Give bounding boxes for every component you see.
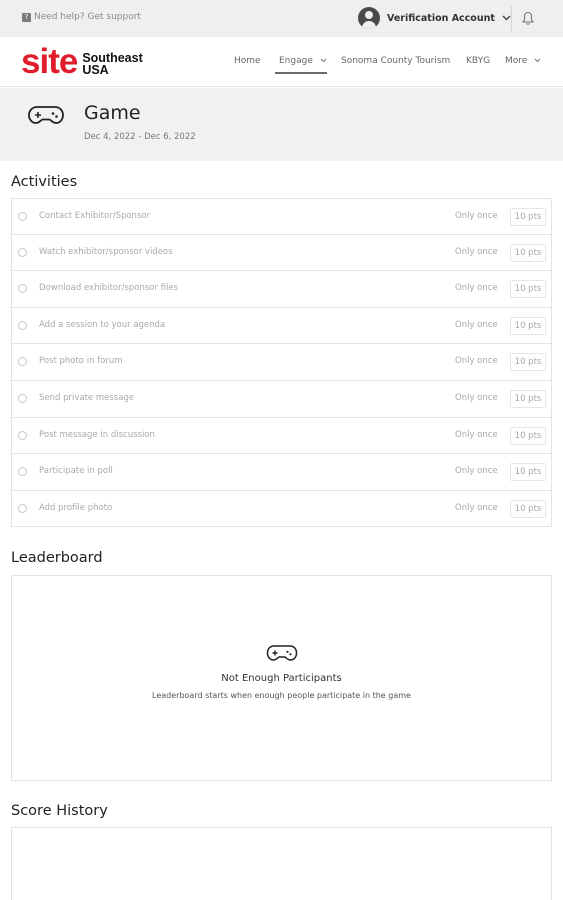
leaderboard-empty-subtitle: Leaderboard starts when enough people pa… — [152, 691, 411, 700]
avatar — [358, 7, 380, 29]
nav-item-more[interactable]: More — [505, 56, 541, 66]
activity-row[interactable]: Post message in discussion Only once 10 pt… — [11, 417, 552, 455]
activity-label: Send private message — [39, 392, 135, 403]
score-history-panel — [11, 827, 552, 900]
activity-label: Watch exhibitor/sponsor videos — [39, 246, 173, 257]
activity-frequency: Only once — [455, 246, 498, 257]
activity-status-radio — [18, 212, 27, 221]
nav-item-engage[interactable]: Engage — [279, 56, 327, 66]
activity-points-badge: 10 pts — [510, 316, 546, 335]
activity-status-radio — [18, 467, 27, 477]
gamepad-icon — [28, 106, 64, 124]
bell-icon[interactable] — [521, 11, 535, 26]
activity-label: Add profile photo — [39, 502, 113, 513]
activity-status-radio — [18, 247, 27, 257]
nav-item-sonoma-county-tourism[interactable]: Sonoma County Tourism — [341, 56, 450, 66]
logo-subtitle: Southeast USA — [82, 52, 142, 77]
activity-points-badge: 10 pts — [510, 463, 546, 482]
leaderboard-heading: Leaderboard — [11, 550, 103, 566]
activity-frequency: Only once — [455, 356, 498, 367]
activity-points-badge: 10 pts — [510, 208, 546, 226]
help-link[interactable]: ? Need help? Get support — [22, 12, 141, 22]
topbar-divider — [511, 6, 512, 31]
nav-item-more-label: More — [505, 56, 528, 66]
activity-label: Post message in discussion — [39, 429, 155, 440]
activity-row[interactable]: Add a session to your agenda Only once 10 … — [11, 307, 552, 345]
nav-item-engage-label: Engage — [279, 56, 313, 66]
account-name: Verification Account — [387, 12, 495, 24]
activity-points-badge: 10 pts — [510, 353, 546, 372]
activity-status-radio — [18, 357, 27, 367]
chevron-down-icon — [534, 58, 541, 63]
activity-points-badge: 10 pts — [510, 426, 546, 445]
logo-line-2: USA — [82, 63, 109, 77]
activity-frequency: Only once — [455, 283, 498, 294]
game-header: Game Dec 4, 2022 - Dec 6, 2022 — [0, 88, 563, 161]
gamepad-icon — [266, 645, 298, 661]
activity-row[interactable]: Send private message Only once 10 pts — [11, 380, 552, 418]
game-dates: Dec 4, 2022 - Dec 6, 2022 — [84, 132, 196, 142]
activity-row[interactable]: Post photo in forum Only once 10 pts — [11, 344, 552, 381]
activity-frequency: Only once — [455, 429, 498, 440]
activities-list: Contact Exhibitor/Sponsor Only once 10 pts… — [11, 198, 552, 528]
activity-label: Add a session to your agenda — [39, 319, 166, 330]
chevron-down-icon — [502, 15, 511, 21]
activity-label: Contact Exhibitor/Sponsor — [39, 211, 151, 221]
page-title: Game — [84, 102, 141, 124]
activity-frequency: Only once — [455, 392, 498, 403]
activity-label: Post photo in forum — [39, 356, 123, 367]
activity-status-radio — [18, 320, 27, 330]
account-menu[interactable]: Verification Account — [358, 7, 511, 29]
active-tab-indicator — [275, 72, 327, 74]
activity-status-radio — [18, 430, 27, 440]
activity-points-badge: 10 pts — [510, 499, 546, 518]
activity-frequency: Only once — [455, 502, 498, 513]
activity-status-radio — [18, 284, 27, 294]
chevron-down-icon — [320, 58, 327, 63]
activity-points-badge: 10 pts — [510, 389, 546, 408]
site-logo[interactable]: site Southeast USA — [21, 44, 143, 80]
leaderboard-empty-title: Not Enough Participants — [221, 673, 342, 684]
nav-item-kbyg[interactable]: KBYG — [466, 56, 490, 66]
activities-heading: Activities — [11, 174, 78, 190]
score-history-heading: Score History — [11, 803, 108, 819]
activity-status-radio — [18, 393, 27, 403]
activity-row[interactable]: Contact Exhibitor/Sponsor Only once 10 pts — [11, 198, 552, 235]
help-text: Need help? Get support — [34, 12, 141, 22]
activity-row[interactable]: Participate in poll Only once 10 pts — [11, 454, 552, 491]
nav-item-home[interactable]: Home — [234, 56, 261, 66]
activity-points-badge: 10 pts — [510, 280, 546, 299]
logo-wordmark: site — [21, 42, 78, 81]
activity-status-radio — [18, 503, 27, 513]
question-icon: ? — [22, 12, 31, 22]
activity-row[interactable]: Watch exhibitor/sponsor videos Only once 1… — [11, 234, 552, 272]
activity-row[interactable]: Download exhibitor/sponsor files Only onc… — [11, 271, 552, 308]
activity-row[interactable]: Add profile photo Only once 10 pts — [11, 490, 552, 528]
activity-frequency: Only once — [455, 211, 498, 221]
activity-frequency: Only once — [455, 319, 498, 330]
activity-frequency: Only once — [455, 466, 498, 477]
main-navbar: site Southeast USA Home Engage Sonoma Co… — [0, 37, 563, 87]
activity-points-badge: 10 pts — [510, 243, 546, 262]
top-utility-bar: ? Need help? Get support Verification Ac… — [0, 0, 563, 37]
leaderboard-panel: Not Enough Participants Leaderboard star… — [11, 575, 552, 781]
activity-label: Participate in poll — [39, 466, 113, 477]
activity-label: Download exhibitor/sponsor files — [39, 283, 179, 294]
